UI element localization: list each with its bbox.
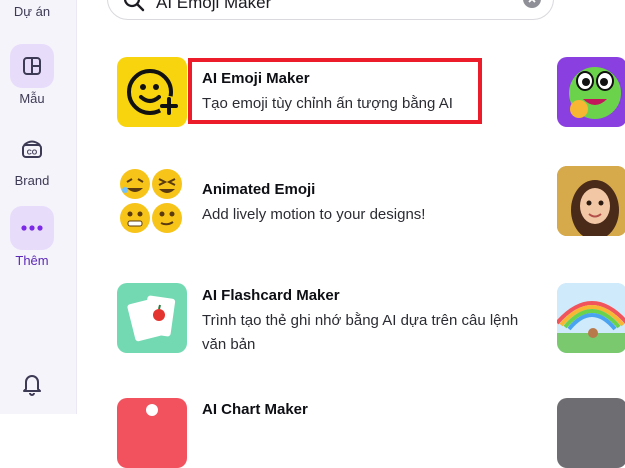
featured-app-thumbnail[interactable]	[557, 166, 625, 236]
animated-emoji-thumbnail	[117, 166, 187, 236]
sidebar-item-projects[interactable]: Dự án	[0, 0, 64, 19]
brand-icon: CO	[10, 126, 54, 170]
sidebar-item-templates[interactable]: Mẫu	[0, 44, 64, 106]
sidebar-item-label: Dự án	[13, 4, 51, 19]
search-icon	[122, 0, 146, 18]
featured-app-thumbnail[interactable]	[557, 57, 625, 127]
sidebar-item-brand[interactable]: CO Brand	[0, 126, 64, 188]
svg-text:CO: CO	[27, 150, 38, 157]
bell-icon	[10, 362, 54, 406]
notifications-button[interactable]	[0, 362, 64, 406]
ai-chart-maker-thumbnail	[117, 398, 187, 468]
search-input[interactable]: AI Emoji Maker	[156, 0, 271, 13]
sidebar-item-label: Mẫu	[19, 91, 45, 106]
app-title: AI Chart Maker	[202, 401, 308, 418]
featured-app-thumbnail[interactable]	[557, 398, 625, 468]
sidebar-item-more[interactable]: Thêm	[0, 206, 64, 268]
app-title: AI Flashcard Maker	[202, 287, 340, 304]
sidebar: Dự án Mẫu CO Brand Thêm	[0, 0, 77, 414]
search-bar[interactable]: AI Emoji Maker	[107, 0, 554, 20]
sidebar-item-label: Thêm	[15, 253, 49, 268]
template-icon	[10, 44, 54, 88]
sidebar-item-label: Brand	[14, 173, 50, 188]
ai-flashcard-maker-thumbnail	[117, 283, 187, 353]
featured-app-thumbnail[interactable]	[557, 283, 625, 353]
clear-search-icon[interactable]	[523, 0, 541, 8]
app-description: Add lively motion to your designs!	[202, 206, 426, 223]
more-icon	[10, 206, 54, 250]
app-description: Trình tạo thẻ ghi nhớ bằng AI dựa trên c…	[202, 312, 519, 353]
ai-emoji-maker-thumbnail	[117, 57, 187, 127]
app-title: Animated Emoji	[202, 181, 316, 198]
highlight-box	[188, 58, 482, 124]
